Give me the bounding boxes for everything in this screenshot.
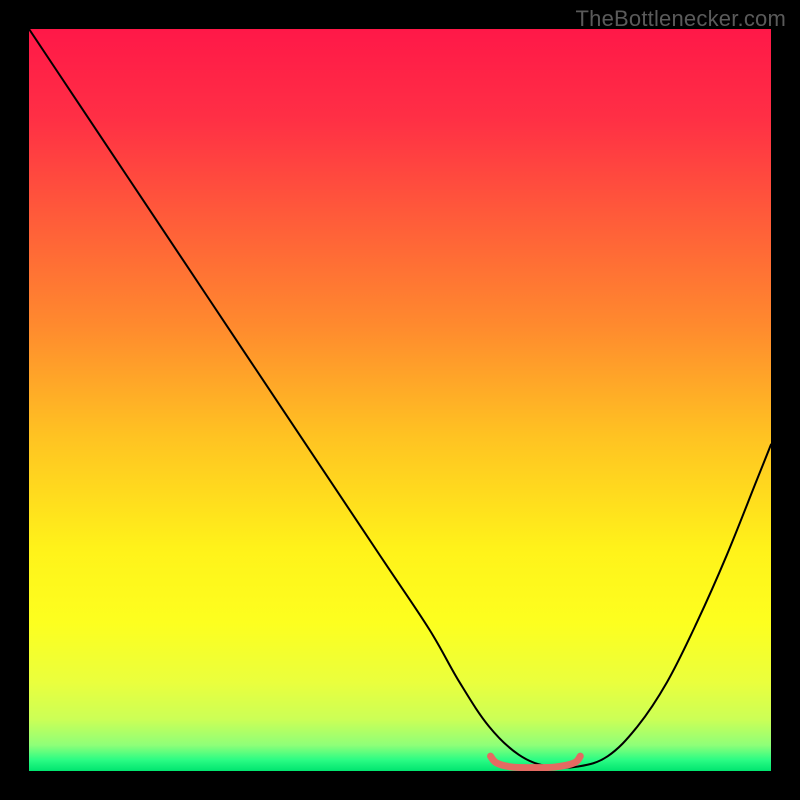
chart-plot-area — [29, 29, 771, 771]
chart-background-gradient — [29, 29, 771, 771]
watermark-text: TheBottlenecker.com — [576, 6, 786, 32]
